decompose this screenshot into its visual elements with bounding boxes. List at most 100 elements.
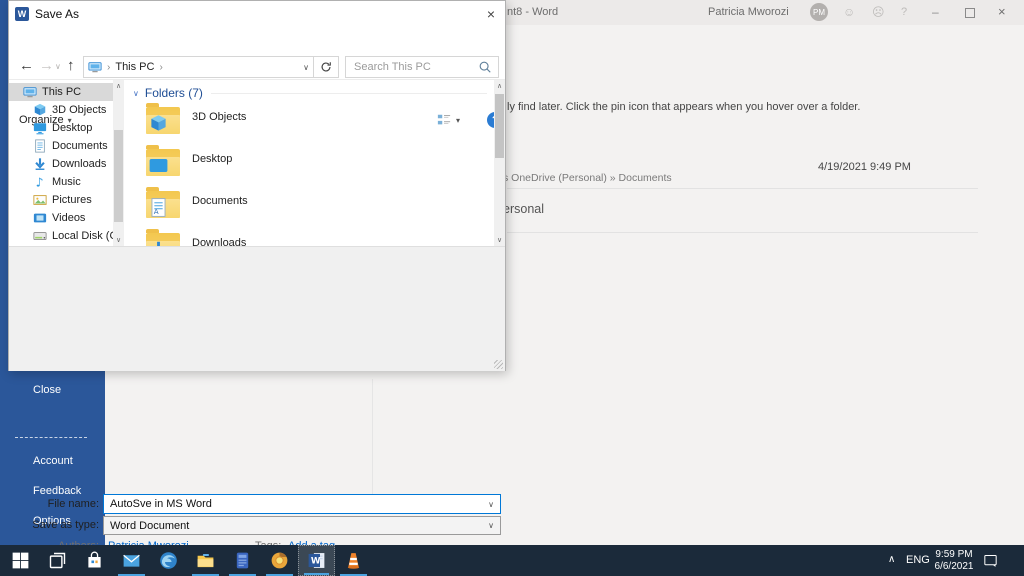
clock-date: 6/6/2021 [934, 561, 974, 572]
scrollbar-thumb[interactable] [495, 94, 504, 158]
tree-item[interactable]: Desktop [9, 119, 113, 137]
taskbar-app-icon [232, 550, 253, 571]
backstage-menu: Close Account Feedback Options [0, 381, 105, 542]
scroll-down-icon[interactable]: ∨ [113, 234, 124, 246]
folder-item[interactable]: Documents [146, 185, 486, 227]
tree-item-icon [33, 193, 47, 207]
chevron-down-icon[interactable]: ∨ [488, 521, 494, 530]
taskbar-item-task-view[interactable] [39, 545, 76, 576]
taskbar-item-blue-book-app[interactable] [224, 545, 261, 576]
clock[interactable]: 9:59 PM 6/6/2021 [930, 549, 978, 573]
backstage-item[interactable]: Account [0, 452, 105, 470]
tree-item-label: Documents [52, 140, 108, 152]
window-close-icon[interactable]: × [998, 4, 1006, 19]
backstage-item-label: Feedback [33, 485, 82, 497]
file-name-combobox[interactable]: AutoSve in MS Word ∨ [103, 494, 501, 514]
account-name[interactable]: Patricia Mworozi [708, 6, 789, 18]
folder-item[interactable]: 3D Objects [146, 101, 486, 143]
tree-item[interactable]: Music [9, 173, 113, 191]
collapse-icon[interactable]: ∨ [133, 89, 139, 98]
taskbar-item-file-explorer[interactable] [187, 545, 224, 576]
folder-icon [146, 145, 180, 176]
save-as-type-label: Save as type: [32, 519, 99, 531]
scroll-up-icon[interactable]: ∧ [113, 80, 124, 92]
resize-grip[interactable] [494, 360, 503, 369]
taskbar-app-icon [306, 550, 327, 571]
command-bar: Organize▾ ▾ ? [9, 55, 505, 128]
folder-icon [146, 229, 180, 246]
dialog-body: This PC 3D Objects Desktop Documents Dow… [9, 80, 505, 246]
personal-label: ersonal [503, 202, 544, 216]
backstage-item-close[interactable]: Close [0, 381, 105, 399]
taskbar-app-icon [195, 550, 216, 571]
help-icon[interactable]: ? [901, 6, 907, 18]
dialog-title: Save As [35, 7, 80, 21]
folders-scrollbar[interactable]: ∧ ∨ [494, 80, 505, 246]
folder-overlay-icon [149, 114, 168, 133]
taskbar-item-word[interactable] [298, 545, 335, 576]
dialog-titlebar[interactable]: W Save As × [9, 1, 505, 27]
taskbar-item-start[interactable] [2, 545, 39, 576]
tree-item-icon [33, 229, 47, 243]
group-header-rule [211, 93, 487, 94]
taskbar-app-icon [84, 550, 105, 571]
folder-item-label: Downloads [192, 237, 247, 246]
list-separator [507, 232, 978, 233]
folders-group-header[interactable]: ∨ Folders (7) [133, 86, 203, 100]
folder-item-label: Documents [192, 195, 248, 207]
scrollbar-thumb[interactable] [114, 130, 123, 222]
taskbar-item-browser[interactable] [261, 545, 298, 576]
chevron-down-icon[interactable]: ∨ [488, 500, 494, 509]
frowny-icon[interactable]: ☹ [872, 5, 885, 19]
modified-timestamp: 4/19/2021 9:49 PM [818, 161, 911, 173]
taskbar-app-icon [269, 550, 290, 571]
folder-item[interactable]: Downloads [146, 227, 486, 246]
tree-item-label: Local Disk (C:) [52, 230, 113, 242]
language-indicator[interactable]: ENG [906, 554, 930, 566]
taskbar-app-icon [121, 550, 142, 571]
tree-item[interactable]: This PC [9, 83, 113, 101]
tree-item-label: Desktop [52, 122, 93, 134]
save-as-type-value[interactable]: Word Document [110, 520, 488, 532]
taskbar-item-mail[interactable] [113, 545, 150, 576]
tree-item[interactable]: Local Disk (C:) [9, 227, 113, 245]
taskbar-icons [2, 545, 372, 576]
taskbar-app-icon [158, 550, 179, 571]
tree-item-icon [33, 139, 47, 153]
smiley-icon[interactable]: ☺ [843, 5, 855, 19]
scroll-down-icon[interactable]: ∨ [494, 234, 505, 246]
restore-icon[interactable] [965, 8, 975, 18]
tree-item-icon [33, 157, 47, 171]
taskbar-app-icon [343, 550, 364, 571]
word-title: nt8 - Word [507, 6, 559, 18]
tree-item-label: Downloads [52, 158, 107, 170]
taskbar-item-store[interactable] [76, 545, 113, 576]
tree-item[interactable]: 3D Objects [9, 101, 113, 119]
scroll-up-icon[interactable]: ∧ [494, 80, 505, 92]
file-name-value[interactable]: AutoSve in MS Word [110, 498, 488, 510]
tree-item[interactable]: Downloads [9, 155, 113, 173]
folder-overlay-icon [149, 156, 168, 175]
avatar[interactable]: PM [810, 3, 828, 21]
tree-item-label: Music [52, 176, 81, 188]
taskbar-app-icon [10, 550, 31, 571]
folder-item[interactable]: Desktop [146, 143, 486, 185]
screen: nt8 - Word Patricia Mworozi PM ☺ ☹ ? – ×… [0, 0, 1024, 576]
taskbar-item-edge[interactable] [150, 545, 187, 576]
tree-item-icon [23, 85, 37, 99]
dialog-close-icon[interactable]: × [481, 6, 501, 22]
tree-scrollbar[interactable]: ∧ ∨ [113, 80, 124, 246]
notification-center-icon[interactable] [982, 552, 999, 569]
minimize-icon[interactable]: – [932, 5, 939, 19]
tree-item[interactable]: Documents [9, 137, 113, 155]
folder-icon [146, 187, 180, 218]
tree-item[interactable]: Videos [9, 209, 113, 227]
tree-item[interactable]: Pictures [9, 191, 113, 209]
tray-chevron-icon[interactable]: ∧ [888, 554, 895, 565]
taskbar-item-vlc[interactable] [335, 545, 372, 576]
save-as-type-combobox[interactable]: Word Document ∨ [103, 516, 501, 535]
tree-item-label: 3D Objects [52, 104, 107, 116]
onedrive-path: s OneDrive (Personal) » Documents [503, 172, 672, 184]
folders-header-label: Folders (7) [144, 86, 203, 100]
tree-item-label: Videos [52, 212, 86, 224]
